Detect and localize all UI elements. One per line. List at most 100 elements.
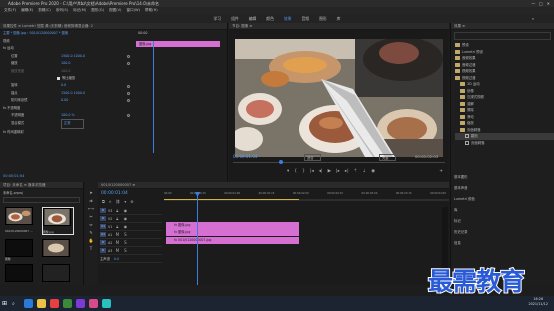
solo-icon[interactable]: S xyxy=(122,248,128,254)
taskbar-app-icon[interactable] xyxy=(89,299,98,308)
prop-rotation[interactable]: 旋转 0.0 xyxy=(3,82,133,89)
program-timecode[interactable]: 00:00:01:04 xyxy=(233,154,257,159)
play-icon[interactable]: ▶ xyxy=(328,169,331,174)
razor-tool-icon[interactable]: ✂ xyxy=(89,214,92,219)
lock-icon[interactable]: 🔒︎ xyxy=(114,208,120,214)
project-item[interactable]: 001/0120000007 ... xyxy=(5,207,35,233)
lock-icon[interactable]: 🔒︎ xyxy=(114,216,120,222)
ec-clip-bar[interactable]: 图像.jpg xyxy=(136,41,220,47)
project-item[interactable] xyxy=(42,239,70,261)
go-to-in-icon[interactable]: |◂ xyxy=(310,169,314,174)
prop-anchor[interactable]: 锚点 1500.0 1000.0 xyxy=(3,90,133,97)
track-select-icon[interactable]: ⇉ xyxy=(89,198,92,203)
lift-icon[interactable]: ⇡ xyxy=(354,169,358,174)
workspace-tab[interactable]: 音频 xyxy=(301,14,309,23)
maximize-button[interactable]: □ xyxy=(539,1,543,6)
mute-icon[interactable]: M xyxy=(114,248,120,254)
snap-icon[interactable]: ∩ xyxy=(109,199,112,204)
slip-tool-icon[interactable]: ⇔ xyxy=(89,222,92,227)
out-point-icon[interactable]: } xyxy=(302,169,305,174)
lock-icon[interactable]: 🔒︎ xyxy=(114,224,120,230)
track-header-master[interactable]: 主声道 0.0 xyxy=(100,255,162,263)
step-forward-icon[interactable]: |▸ xyxy=(336,169,340,174)
effects-item[interactable]: 页面剥落 xyxy=(455,140,554,147)
menu-sequence[interactable]: 序列(S) xyxy=(56,7,68,14)
add-marker-icon[interactable]: ▾ xyxy=(124,199,126,204)
checkbox-icon[interactable] xyxy=(57,77,60,81)
hand-tool-icon[interactable]: ✋ xyxy=(89,238,94,243)
workspace-tab[interactable]: 库 xyxy=(337,14,341,23)
in-point-icon[interactable]: { xyxy=(294,169,297,174)
source-label[interactable]: 主要 * 图像.jpg › 001/0120000007 * 图像 xyxy=(3,30,68,37)
taskbar-app-icon[interactable] xyxy=(24,299,33,308)
menu-view[interactable]: 视图(V) xyxy=(109,7,121,14)
close-button[interactable]: ✕ xyxy=(547,1,550,6)
nest-icon[interactable]: ⧉ xyxy=(102,199,105,204)
prop-position[interactable]: 位置 1500.0 1000.0 xyxy=(3,53,133,60)
ripple-edit-icon[interactable]: ⟷ xyxy=(88,206,94,211)
mute-icon[interactable]: M xyxy=(114,232,120,238)
export-frame-icon[interactable]: ◉ xyxy=(371,169,375,174)
search-icon[interactable]: ⌕ xyxy=(12,301,22,307)
menu-graphics[interactable]: 图形(G) xyxy=(91,7,104,14)
menu-clip[interactable]: 剪辑(C) xyxy=(38,7,51,14)
program-tab[interactable]: 节目: 图像 ≡ xyxy=(229,23,449,30)
marker-icon[interactable]: ▾ xyxy=(287,169,289,174)
workspace-tab-active[interactable]: 效果 xyxy=(284,14,292,23)
section-motion[interactable]: fx 运动 xyxy=(3,45,133,52)
track-header-a2[interactable]: 6 A2 M S xyxy=(100,239,162,247)
project-item-selected[interactable]: 图像.jpg xyxy=(42,207,74,235)
workspace-tab[interactable]: 编辑 xyxy=(249,14,257,23)
side-panel-item[interactable]: 基本声音 xyxy=(454,183,554,194)
prop-opacity[interactable]: 不透明度 100.0 % xyxy=(3,112,133,119)
extract-icon[interactable]: ⇣ xyxy=(362,169,366,174)
side-panel-item[interactable]: Lumetri 颜色 xyxy=(454,194,554,205)
track-header-v1[interactable]: V1 V1 🔒︎ ◉ xyxy=(100,223,162,231)
quality-dropdown[interactable]: 完整 xyxy=(379,154,396,161)
keyframe-icon[interactable] xyxy=(127,92,130,96)
prop-uniform-scale[interactable]: 等比缩放 xyxy=(3,75,133,82)
ec-timecode[interactable]: 00:00:01:04 xyxy=(3,174,24,178)
window-controls[interactable]: — □ ✕ xyxy=(531,0,550,7)
menu-file[interactable]: 文件(F) xyxy=(4,7,16,14)
timeline-clip-v2[interactable]: fx 图像.jpg xyxy=(166,229,299,236)
effects-tab[interactable]: 效果 ≡ xyxy=(451,23,554,30)
settings-icon[interactable]: ⚙ xyxy=(130,199,133,204)
solo-icon[interactable]: S xyxy=(122,232,128,238)
workspace-tab[interactable]: 组件 xyxy=(231,14,239,23)
keyframe-icon[interactable] xyxy=(127,62,130,66)
program-scrubber[interactable] xyxy=(233,162,445,163)
linked-icon[interactable]: ⛓ xyxy=(116,199,121,204)
pen-tool-icon[interactable]: ✎ xyxy=(89,230,92,235)
side-panel-item[interactable]: 基本图形 xyxy=(454,172,554,183)
step-back-icon[interactable]: ◂| xyxy=(319,169,323,174)
taskbar-app-icon[interactable] xyxy=(50,299,59,308)
project-tabs[interactable]: 项目: 未命名 ≡ 媒体浏览器 xyxy=(0,182,83,189)
windows-start-icon[interactable]: ⊞ xyxy=(2,300,12,307)
mute-icon[interactable]: M xyxy=(114,240,120,246)
side-panel-item[interactable]: 库 xyxy=(454,205,554,216)
taskbar-app-icon[interactable] xyxy=(37,299,46,308)
menu-help[interactable]: 帮助(H) xyxy=(145,7,158,14)
keyframe-icon[interactable] xyxy=(127,114,130,118)
system-clock[interactable]: 16:26 2021/11/12 xyxy=(528,297,548,307)
track-header-a1[interactable]: A1 A1 M S xyxy=(100,231,162,239)
keyframe-icon[interactable] xyxy=(127,99,130,103)
prop-antiflicker[interactable]: 防闪烁滤镜 0.00 xyxy=(3,97,133,104)
program-frame[interactable] xyxy=(235,39,443,157)
minimize-button[interactable]: — xyxy=(531,1,535,6)
prop-blend-mode[interactable]: 混合模式 正常 xyxy=(3,119,133,129)
side-panel-item[interactable]: 标记 xyxy=(454,216,554,227)
menu-marker[interactable]: 标记(M) xyxy=(73,7,86,14)
keyframe-icon[interactable] xyxy=(127,55,130,59)
section-opacity[interactable]: fx 不透明度 xyxy=(3,105,133,112)
project-item[interactable]: 图像 xyxy=(5,239,33,261)
taskbar-app-icon[interactable] xyxy=(76,299,85,308)
solo-icon[interactable]: S xyxy=(122,240,128,246)
effect-controls-tabs[interactable]: 效果控件 ≡ Lumetri 范围 源:(无剪辑) 音频剪辑混合器: 2 xyxy=(0,23,227,30)
workspace-tab[interactable]: 颜色 xyxy=(266,14,274,23)
menu-window[interactable]: 窗口(W) xyxy=(126,7,140,14)
fit-dropdown[interactable]: 适合 xyxy=(304,154,321,161)
timeline-clip-v1[interactable]: fx 001/0120000007.jpg xyxy=(166,237,299,244)
prop-scale[interactable]: 缩放 100.0 xyxy=(3,60,133,67)
